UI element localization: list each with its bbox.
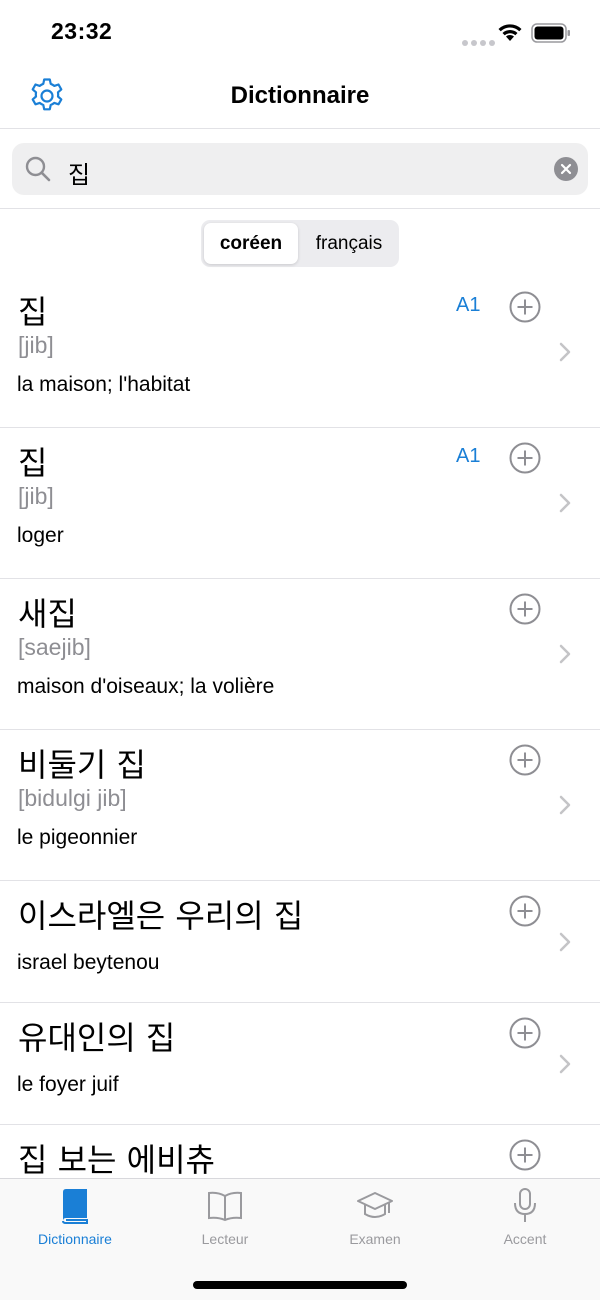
search-query: 집 <box>68 162 91 189</box>
battery-icon <box>531 23 570 43</box>
microphone-icon <box>514 1188 536 1222</box>
entry-romanization: [jib] <box>18 332 54 358</box>
navigation-bar: Dictionnaire <box>0 64 600 129</box>
entry-meaning: le pigeonnier <box>17 826 138 849</box>
search-icon <box>25 156 51 182</box>
entry-word: 집 <box>18 293 48 331</box>
chevron-right-icon <box>559 644 571 664</box>
open-book-icon <box>208 1191 242 1222</box>
entry-word: 집 보는 에비츄 <box>18 1141 215 1177</box>
clear-search-button[interactable] <box>554 157 578 181</box>
entry-romanization: [bidulgi jib] <box>18 785 127 811</box>
add-circle-icon[interactable] <box>509 895 541 927</box>
home-indicator <box>193 1281 407 1289</box>
status-bar: 23:32 <box>0 0 600 64</box>
entry-word: 비둘기 집 <box>18 746 146 784</box>
book-icon <box>62 1189 88 1224</box>
cellular-signal-icon <box>462 33 498 51</box>
list-item[interactable]: 집 보는 에비츄 <box>0 1125 600 1177</box>
entry-meaning: israel beytenou <box>17 951 160 974</box>
tab-label: Examen <box>349 1231 401 1247</box>
page-title: Dictionnaire <box>230 82 370 109</box>
entry-meaning: loger <box>17 524 64 547</box>
list-item[interactable]: 유대인의 집 le foyer juif <box>0 1003 600 1125</box>
entry-word: 이스라엘은 우리의 집 <box>18 897 304 935</box>
tab-label: Lecteur <box>201 1231 249 1247</box>
chevron-right-icon <box>559 493 571 513</box>
tab-accent[interactable]: Accent <box>450 1179 600 1259</box>
entry-word: 집 <box>18 444 48 482</box>
entry-word: 유대인의 집 <box>18 1019 176 1057</box>
graduation-cap-icon <box>357 1192 393 1218</box>
results-list: 집 [jib] la maison; l'habitat A1 집 [jib] … <box>0 277 600 1177</box>
add-circle-icon[interactable] <box>509 442 541 474</box>
close-icon <box>560 163 572 175</box>
add-circle-icon[interactable] <box>509 744 541 776</box>
language-segmented-control: coréen français <box>201 220 399 267</box>
list-item[interactable]: 집 [jib] la maison; l'habitat A1 <box>0 277 600 428</box>
segment-korean[interactable]: coréen <box>204 223 298 264</box>
entry-meaning: maison d'oiseaux; la volière <box>17 675 275 698</box>
tab-dictionnaire[interactable]: Dictionnaire <box>0 1179 150 1259</box>
tab-label: Accent <box>503 1231 547 1247</box>
entry-word: 새집 <box>18 595 77 633</box>
add-circle-icon[interactable] <box>509 1017 541 1049</box>
chevron-right-icon <box>559 1054 571 1074</box>
search-bar: 집 <box>0 129 600 209</box>
segment-french[interactable]: français <box>302 223 396 264</box>
add-circle-icon[interactable] <box>509 1139 541 1171</box>
tab-examen[interactable]: Examen <box>300 1179 450 1259</box>
entry-romanization: [jib] <box>18 483 54 509</box>
list-item[interactable]: 새집 [saejib] maison d'oiseaux; la volière <box>0 579 600 730</box>
list-item[interactable]: 이스라엘은 우리의 집 israel beytenou <box>0 881 600 1003</box>
tab-lecteur[interactable]: Lecteur <box>150 1179 300 1259</box>
add-circle-icon[interactable] <box>509 291 541 323</box>
list-item[interactable]: 집 [jib] loger A1 <box>0 428 600 579</box>
chevron-right-icon <box>559 795 571 815</box>
list-item[interactable]: 비둘기 집 [bidulgi jib] le pigeonnier <box>0 730 600 881</box>
level-badge: A1 <box>456 445 481 467</box>
status-time: 23:32 <box>51 18 113 44</box>
add-circle-icon[interactable] <box>509 593 541 625</box>
search-input[interactable]: 집 <box>12 143 588 195</box>
chevron-right-icon <box>559 342 571 362</box>
entry-romanization: [saejib] <box>18 634 91 660</box>
entry-meaning: le foyer juif <box>17 1073 119 1096</box>
chevron-right-icon <box>559 932 571 952</box>
tab-label: Dictionnaire <box>38 1231 112 1247</box>
entry-meaning: la maison; l'habitat <box>17 373 191 396</box>
level-badge: A1 <box>456 294 481 316</box>
wifi-icon <box>498 24 522 41</box>
